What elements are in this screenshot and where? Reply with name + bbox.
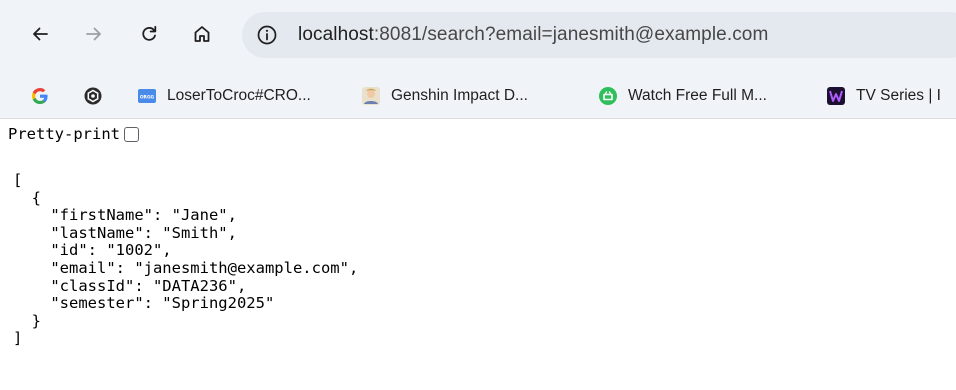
- bookmark-label: LoserToCroc#CRO...: [167, 87, 311, 104]
- bookmark-oracle[interactable]: ORGG LoserToCroc#CRO...: [137, 83, 311, 109]
- page-content: Pretty-print [ { "firstName": "Jane", "l…: [0, 120, 956, 390]
- forward-button[interactable]: [78, 18, 110, 50]
- back-button[interactable]: [24, 18, 56, 50]
- bookmark-label: Watch Free Full M...: [628, 87, 767, 104]
- arrow-left-icon: [33, 27, 48, 41]
- info-icon[interactable]: [256, 24, 278, 46]
- svg-text:ORGG: ORGG: [140, 94, 155, 100]
- bookmark-genshin[interactable]: Genshin Impact D...: [361, 83, 528, 109]
- browser-toolbar: localhost:8081/search?email=janesmith@ex…: [0, 0, 956, 72]
- bookmark-google[interactable]: [30, 83, 60, 109]
- tvseries-icon: [826, 86, 846, 106]
- reload-icon: [142, 25, 157, 41]
- json-response: [ { "firstName": "Jane", "lastName": "Sm…: [13, 171, 359, 348]
- pretty-print-control: Pretty-print: [8, 123, 139, 145]
- bookmark-watch[interactable]: Watch Free Full M...: [598, 83, 767, 109]
- address-bar[interactable]: localhost:8081/search?email=janesmith@ex…: [242, 12, 956, 58]
- watch-icon: [598, 86, 618, 106]
- url-path: :8081/search?email=janesmith@example.com: [373, 24, 769, 45]
- bookmark-label: TV Series | I: [856, 87, 941, 104]
- genshin-icon: [361, 86, 381, 106]
- url-host: localhost: [298, 24, 374, 45]
- bookmark-tvseries[interactable]: TV Series | I: [826, 83, 941, 109]
- url-text[interactable]: localhost:8081/search?email=janesmith@ex…: [298, 24, 768, 46]
- reload-button[interactable]: [133, 18, 165, 50]
- pretty-print-label: Pretty-print: [8, 125, 120, 143]
- arrow-right-icon: [86, 27, 101, 41]
- bookmark-openai[interactable]: [83, 83, 113, 109]
- openai-icon: [83, 86, 103, 106]
- google-icon: [30, 86, 50, 106]
- bookmark-label: Genshin Impact D...: [391, 87, 528, 104]
- oracle-icon: ORGG: [137, 86, 157, 106]
- home-button[interactable]: [186, 18, 218, 50]
- pretty-print-checkbox[interactable]: [123, 126, 139, 142]
- home-icon: [194, 26, 210, 42]
